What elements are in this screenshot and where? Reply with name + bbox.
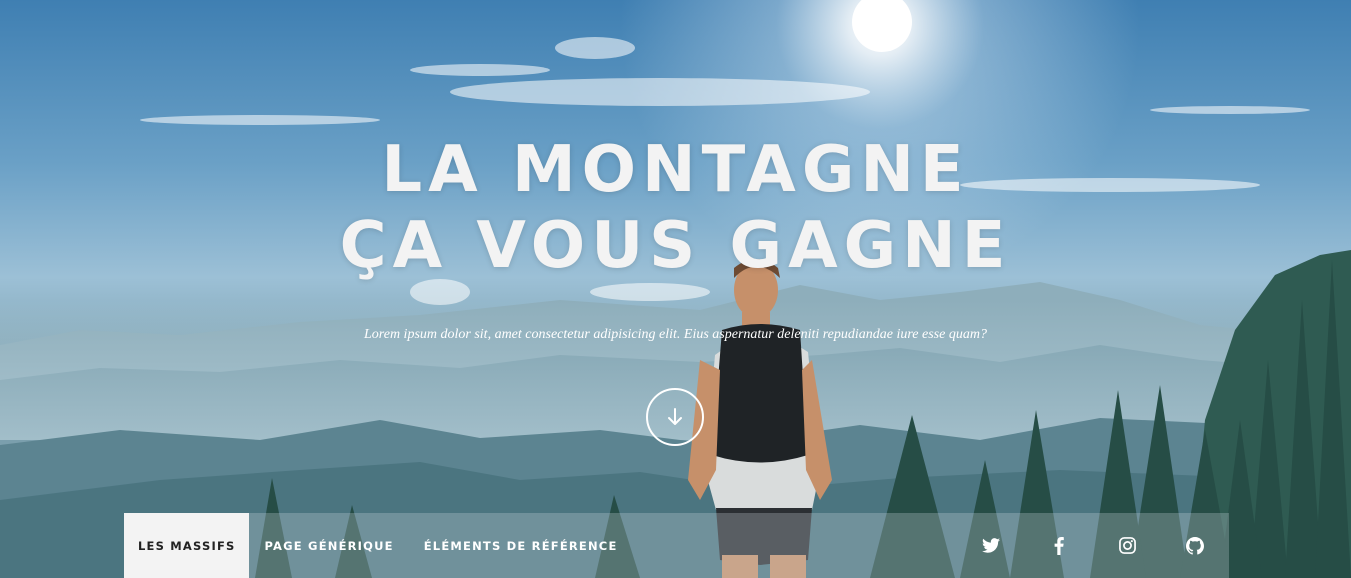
nav-item-page-generique[interactable]: PAGE GÉNÉRIQUE [249, 513, 408, 578]
instagram-icon [1118, 537, 1136, 554]
hero-subtitle: Lorem ipsum dolor sit, amet consectetur … [364, 327, 987, 342]
facebook-link[interactable] [1025, 513, 1093, 578]
facebook-icon [1054, 536, 1064, 555]
nav-item-les-massifs[interactable]: LES MASSIFS [124, 513, 250, 578]
twitter-link[interactable] [957, 513, 1025, 578]
nav-item-elements-de-reference[interactable]: ÉLÉMENTS DE RÉFÉRENCE [409, 513, 633, 578]
instagram-link[interactable] [1093, 513, 1161, 578]
hero-title-line-1: LA MONTAGNE [381, 133, 970, 207]
mountain-background-image [0, 0, 1351, 578]
github-icon [1186, 536, 1204, 555]
arrow-down-icon [668, 408, 682, 425]
hero-title-line-2: ÇA VOUS GAGNE [339, 209, 1012, 283]
social-links [957, 513, 1229, 578]
scroll-down-button[interactable] [646, 388, 704, 446]
main-navigation: LES MASSIFS PAGE GÉNÉRIQUE ÉLÉMENTS DE R… [124, 513, 1229, 578]
twitter-icon [982, 538, 1000, 553]
github-link[interactable] [1161, 513, 1229, 578]
hero-section: LA MONTAGNE ÇA VOUS GAGNE Lorem ipsum do… [0, 0, 1351, 578]
hero-title: LA MONTAGNE ÇA VOUS GAGNE [0, 132, 1351, 284]
